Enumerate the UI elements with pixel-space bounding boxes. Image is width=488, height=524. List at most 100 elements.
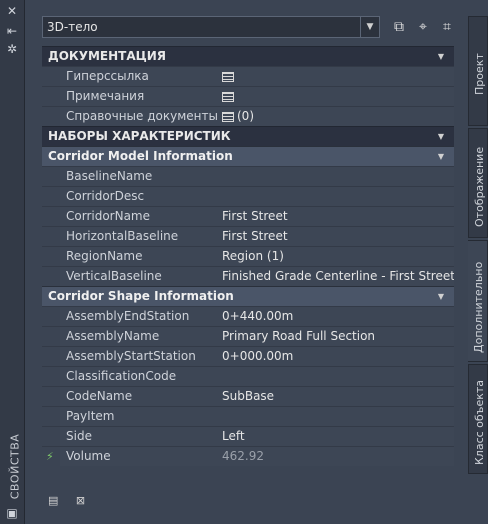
row-gutter	[42, 227, 60, 246]
row-gutter	[42, 347, 60, 366]
autohide-icon[interactable]: ⇤	[4, 24, 20, 38]
property-value[interactable]: SubBase	[218, 387, 454, 406]
property-name: AssemblyName	[60, 327, 225, 346]
property-name: RegionName	[60, 247, 225, 266]
property-value[interactable]: Finished Grade Centerline - First Street	[218, 267, 454, 286]
section-corridor-model[interactable]: Corridor Model Information ▼	[42, 146, 454, 166]
collapse-icon[interactable]: ▼	[438, 287, 444, 306]
property-value[interactable]: First Street	[218, 207, 454, 226]
property-grid: ДОКУМЕНТАЦИЯ ▼ Гиперссылка Примечания Сп…	[42, 46, 454, 466]
property-name: Гиперссылка	[60, 67, 225, 86]
row-gutter	[42, 247, 60, 266]
new-property-set-icon[interactable]: ▤	[48, 494, 64, 508]
property-name: CodeName	[60, 387, 225, 406]
row-gutter	[42, 167, 60, 186]
property-row[interactable]: AssemblyStartStation 0+000.00m	[42, 346, 454, 366]
object-type-select[interactable]: 3D-тело ▼	[42, 16, 380, 38]
tab-extended[interactable]: Дополнительно	[468, 240, 488, 362]
section-label: Corridor Shape Information	[48, 289, 234, 303]
table-icon[interactable]	[222, 111, 234, 122]
property-row[interactable]: ⚡ Volume 462.92	[42, 446, 454, 466]
property-row[interactable]: CorridorName First Street	[42, 206, 454, 226]
property-name: PayItem	[60, 407, 225, 426]
property-value[interactable]: First Street	[218, 227, 454, 246]
row-gutter	[42, 187, 60, 206]
settings-icon[interactable]: ✲	[4, 42, 20, 56]
chevron-down-icon[interactable]: ▼	[360, 17, 379, 37]
select-objects-icon[interactable]: ⌖	[414, 18, 432, 36]
property-row[interactable]: ClassificationCode	[42, 366, 454, 386]
palette-title-bar[interactable]: ✕ ⇤ ✲ СВОЙСТВА ▣	[0, 0, 25, 524]
property-row[interactable]: HorizontalBaseline First Street	[42, 226, 454, 246]
property-row[interactable]: BaselineName	[42, 166, 454, 186]
property-value[interactable]	[218, 87, 454, 106]
property-name: HorizontalBaseline	[60, 227, 225, 246]
property-value[interactable]: (0)	[218, 107, 454, 126]
property-value[interactable]	[218, 67, 454, 86]
category-label: ДОКУМЕНТАЦИЯ	[48, 49, 167, 63]
section-label: Corridor Model Information	[48, 149, 233, 163]
toggle-pickadd-icon[interactable]: ⧉	[390, 18, 408, 36]
property-name: Volume	[60, 447, 225, 466]
row-gutter	[42, 267, 60, 286]
property-value[interactable]: 0+440.00m	[218, 307, 454, 326]
property-name: Примечания	[60, 87, 225, 106]
collapse-icon[interactable]: ▼	[438, 147, 444, 166]
table-icon[interactable]	[222, 71, 234, 82]
property-name: CorridorName	[60, 207, 225, 226]
table-icon[interactable]	[222, 91, 234, 102]
property-name: CorridorDesc	[60, 187, 225, 206]
property-row[interactable]: CorridorDesc	[42, 186, 454, 206]
collapse-icon[interactable]: ▼	[438, 47, 444, 66]
property-value[interactable]	[218, 187, 454, 206]
property-row[interactable]: AssemblyName Primary Road Full Section	[42, 326, 454, 346]
property-value[interactable]: Left	[218, 427, 454, 446]
property-value[interactable]: Primary Road Full Section	[218, 327, 454, 346]
tab-project[interactable]: Проект	[468, 16, 488, 126]
property-value[interactable]: 0+000.00m	[218, 347, 454, 366]
property-row[interactable]: AssemblyEndStation 0+440.00m	[42, 306, 454, 326]
properties-palette: ✕ ⇤ ✲ СВОЙСТВА ▣ 3D-тело ▼ ⧉ ⌖ ⌗ ДОКУМЕН…	[0, 0, 488, 524]
close-icon[interactable]: ✕	[4, 4, 20, 18]
property-row[interactable]: CodeName SubBase	[42, 386, 454, 406]
tab-object-class[interactable]: Класс объекта	[468, 364, 488, 474]
property-name: Side	[60, 427, 225, 446]
property-row[interactable]: PayItem	[42, 406, 454, 426]
section-corridor-shape[interactable]: Corridor Shape Information ▼	[42, 286, 454, 306]
row-gutter	[42, 207, 60, 226]
category-property-sets[interactable]: НАБОРЫ ХАРАКТЕРИСТИК ▼	[42, 126, 454, 146]
collapse-icon[interactable]: ▼	[438, 127, 444, 146]
property-name: AssemblyStartStation	[60, 347, 225, 366]
row-gutter: ⚡	[42, 447, 60, 466]
row-gutter	[42, 67, 60, 86]
property-row[interactable]: Гиперссылка	[42, 66, 454, 86]
property-value[interactable]: Region (1)	[218, 247, 454, 266]
palette-menu-icon[interactable]: ▣	[4, 506, 20, 520]
tab-display[interactable]: Отображение	[468, 128, 488, 238]
row-gutter	[42, 87, 60, 106]
property-name: VerticalBaseline	[60, 267, 225, 286]
row-gutter	[42, 107, 60, 126]
property-row[interactable]: Side Left	[42, 426, 454, 446]
property-name: Справочные документы	[60, 107, 225, 126]
property-value: 462.92	[218, 447, 454, 466]
property-value[interactable]	[218, 367, 454, 386]
object-type-value: 3D-тело	[47, 20, 98, 34]
palette-title: СВОЙСТВА	[8, 433, 22, 500]
property-value[interactable]	[218, 167, 454, 186]
bottom-toolbar: ▤ ⊠	[48, 493, 100, 508]
property-value[interactable]	[218, 407, 454, 426]
property-row[interactable]: Примечания	[42, 86, 454, 106]
row-gutter	[42, 407, 60, 426]
row-gutter	[42, 387, 60, 406]
property-row[interactable]: RegionName Region (1)	[42, 246, 454, 266]
category-documentation[interactable]: ДОКУМЕНТАЦИЯ ▼	[42, 46, 454, 66]
property-name: ClassificationCode	[60, 367, 225, 386]
property-row[interactable]: VerticalBaseline Finished Grade Centerlin…	[42, 266, 454, 286]
remove-property-set-icon[interactable]: ⊠	[76, 494, 92, 508]
row-gutter	[42, 327, 60, 346]
quick-select-icon[interactable]: ⌗	[438, 18, 456, 36]
property-row[interactable]: Справочные документы (0)	[42, 106, 454, 126]
property-name: AssemblyEndStation	[60, 307, 225, 326]
property-name: BaselineName	[60, 167, 225, 186]
